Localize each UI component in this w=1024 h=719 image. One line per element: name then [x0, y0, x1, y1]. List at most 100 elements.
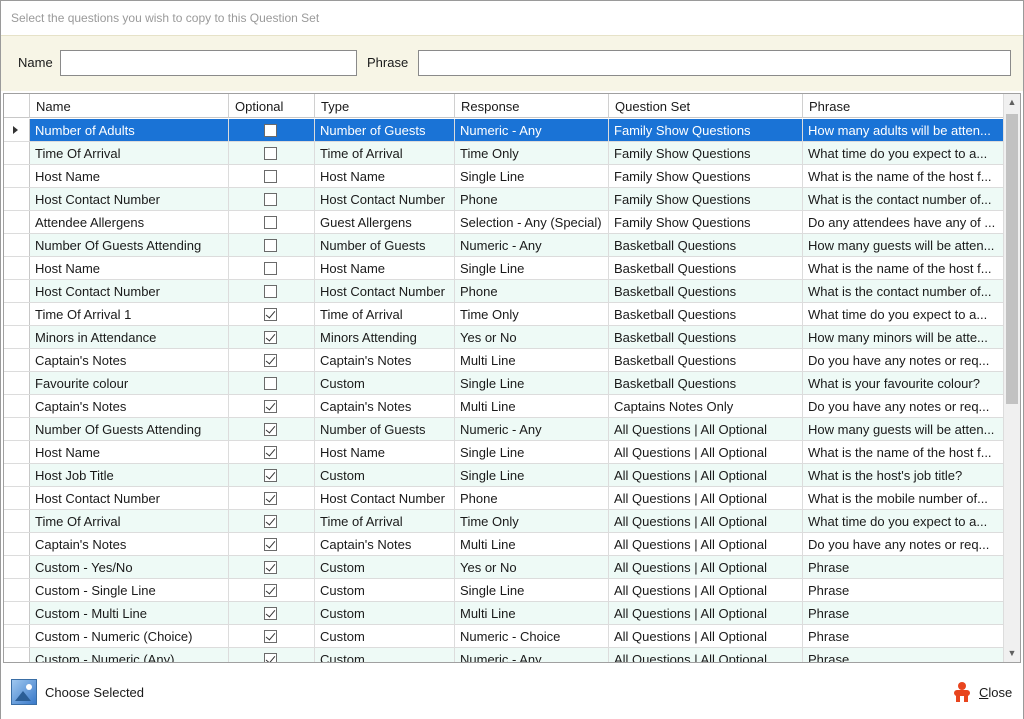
phrase-cell[interactable]: Do you have any notes or req...	[803, 349, 1004, 371]
name-cell[interactable]: Time Of Arrival 1	[30, 303, 229, 325]
optional-checkbox[interactable]	[264, 377, 277, 390]
type-cell[interactable]: Time of Arrival	[315, 142, 455, 164]
response-cell[interactable]: Yes or No	[455, 326, 609, 348]
question-set-cell[interactable]: Family Show Questions	[609, 211, 803, 233]
name-cell[interactable]: Captain's Notes	[30, 349, 229, 371]
choose-selected-button[interactable]: Choose Selected	[11, 677, 144, 707]
phrase-cell[interactable]: Do you have any notes or req...	[803, 533, 1004, 555]
optional-checkbox[interactable]	[264, 561, 277, 574]
type-cell[interactable]: Custom	[315, 464, 455, 486]
table-row[interactable]: Captain's Notes Captain's Notes Multi Line…	[4, 395, 1004, 418]
table-row[interactable]: Host Contact Number Host Contact Number Ph…	[4, 280, 1004, 303]
phrase-cell[interactable]: Phrase	[803, 625, 1004, 647]
optional-checkbox[interactable]	[264, 584, 277, 597]
question-set-cell[interactable]: All Questions | All Optional	[609, 648, 803, 662]
table-row[interactable]: Custom - Yes/No Custom Yes or No All Questi…	[4, 556, 1004, 579]
row-indicator[interactable]	[4, 165, 30, 187]
type-cell[interactable]: Guest Allergens	[315, 211, 455, 233]
question-set-cell[interactable]: All Questions | All Optional	[609, 625, 803, 647]
response-cell[interactable]: Single Line	[455, 372, 609, 394]
response-cell[interactable]: Single Line	[455, 464, 609, 486]
name-cell[interactable]: Host Contact Number	[30, 280, 229, 302]
type-cell[interactable]: Captain's Notes	[315, 349, 455, 371]
table-row[interactable]: Host Job Title Custom Single Line All Quest…	[4, 464, 1004, 487]
table-row[interactable]: Custom - Numeric (Any) Custom Numeric - An…	[4, 648, 1004, 662]
phrase-cell[interactable]: Phrase	[803, 579, 1004, 601]
phrase-cell[interactable]: Phrase	[803, 556, 1004, 578]
response-cell[interactable]: Yes or No	[455, 556, 609, 578]
phrase-cell[interactable]: What is the host's job title?	[803, 464, 1004, 486]
question-set-cell[interactable]: All Questions | All Optional	[609, 602, 803, 624]
table-row[interactable]: Minors in Attendance Minors Attending Yes …	[4, 326, 1004, 349]
question-set-cell[interactable]: All Questions | All Optional	[609, 418, 803, 440]
row-indicator[interactable]	[4, 211, 30, 233]
type-cell[interactable]: Custom	[315, 602, 455, 624]
phrase-cell[interactable]: How many guests will be atten...	[803, 418, 1004, 440]
type-cell[interactable]: Captain's Notes	[315, 533, 455, 555]
name-cell[interactable]: Favourite colour	[30, 372, 229, 394]
type-cell[interactable]: Number of Guests	[315, 418, 455, 440]
row-indicator[interactable]	[4, 257, 30, 279]
question-set-cell[interactable]: All Questions | All Optional	[609, 533, 803, 555]
row-indicator[interactable]	[4, 280, 30, 302]
table-row[interactable]: Time Of Arrival Time of Arrival Time Only A…	[4, 510, 1004, 533]
optional-checkbox[interactable]	[264, 607, 277, 620]
response-cell[interactable]: Time Only	[455, 142, 609, 164]
header-phrase[interactable]: Phrase	[803, 94, 1004, 118]
phrase-cell[interactable]: Do any attendees have any of ...	[803, 211, 1004, 233]
scroll-thumb[interactable]	[1006, 114, 1018, 404]
table-row[interactable]: Custom - Multi Line Custom Multi Line All Q…	[4, 602, 1004, 625]
question-set-cell[interactable]: Family Show Questions	[609, 142, 803, 164]
question-set-cell[interactable]: Basketball Questions	[609, 234, 803, 256]
table-row[interactable]: Host Name Host Name Single Line Family Show…	[4, 165, 1004, 188]
question-set-cell[interactable]: Family Show Questions	[609, 188, 803, 210]
type-cell[interactable]: Number of Guests	[315, 119, 455, 141]
question-set-cell[interactable]: Basketball Questions	[609, 303, 803, 325]
type-cell[interactable]: Custom	[315, 625, 455, 647]
question-set-cell[interactable]: Family Show Questions	[609, 165, 803, 187]
question-set-cell[interactable]: Basketball Questions	[609, 280, 803, 302]
question-set-cell[interactable]: All Questions | All Optional	[609, 556, 803, 578]
name-cell[interactable]: Custom - Numeric (Choice)	[30, 625, 229, 647]
row-indicator[interactable]	[4, 349, 30, 371]
name-cell[interactable]: Minors in Attendance	[30, 326, 229, 348]
response-cell[interactable]: Time Only	[455, 303, 609, 325]
optional-checkbox[interactable]	[264, 446, 277, 459]
phrase-cell[interactable]: What is the name of the host f...	[803, 257, 1004, 279]
row-indicator[interactable]	[4, 418, 30, 440]
name-cell[interactable]: Captain's Notes	[30, 395, 229, 417]
scroll-up-icon[interactable]: ▲	[1004, 94, 1020, 111]
response-cell[interactable]: Multi Line	[455, 533, 609, 555]
optional-checkbox[interactable]	[264, 331, 277, 344]
question-set-cell[interactable]: All Questions | All Optional	[609, 464, 803, 486]
response-cell[interactable]: Phone	[455, 487, 609, 509]
optional-checkbox[interactable]	[264, 400, 277, 413]
name-cell[interactable]: Number of Adults	[30, 119, 229, 141]
row-indicator[interactable]	[4, 579, 30, 601]
response-cell[interactable]: Single Line	[455, 579, 609, 601]
type-cell[interactable]: Host Name	[315, 165, 455, 187]
phrase-cell[interactable]: Phrase	[803, 602, 1004, 624]
type-cell[interactable]: Time of Arrival	[315, 510, 455, 532]
row-indicator[interactable]	[4, 142, 30, 164]
row-indicator[interactable]	[4, 441, 30, 463]
phrase-cell[interactable]: Phrase	[803, 648, 1004, 662]
table-row[interactable]: Time Of Arrival 1 Time of Arrival Time Onl…	[4, 303, 1004, 326]
question-set-cell[interactable]: Basketball Questions	[609, 349, 803, 371]
name-cell[interactable]: Number Of Guests Attending	[30, 418, 229, 440]
response-cell[interactable]: Numeric - Any	[455, 418, 609, 440]
table-row[interactable]: Captain's Notes Captain's Notes Multi Line…	[4, 533, 1004, 556]
type-cell[interactable]: Captain's Notes	[315, 395, 455, 417]
response-cell[interactable]: Numeric - Any	[455, 648, 609, 662]
response-cell[interactable]: Single Line	[455, 441, 609, 463]
table-row[interactable]: Number Of Guests Attending Number of Gues…	[4, 418, 1004, 441]
row-indicator[interactable]	[4, 234, 30, 256]
type-cell[interactable]: Time of Arrival	[315, 303, 455, 325]
optional-checkbox[interactable]	[264, 216, 277, 229]
scroll-down-icon[interactable]: ▼	[1004, 645, 1020, 662]
header-type[interactable]: Type	[315, 94, 455, 118]
phrase-cell[interactable]: What is the name of the host f...	[803, 165, 1004, 187]
optional-checkbox[interactable]	[264, 193, 277, 206]
table-row[interactable]: Host Contact Number Host Contact Number Ph…	[4, 487, 1004, 510]
row-indicator[interactable]	[4, 303, 30, 325]
